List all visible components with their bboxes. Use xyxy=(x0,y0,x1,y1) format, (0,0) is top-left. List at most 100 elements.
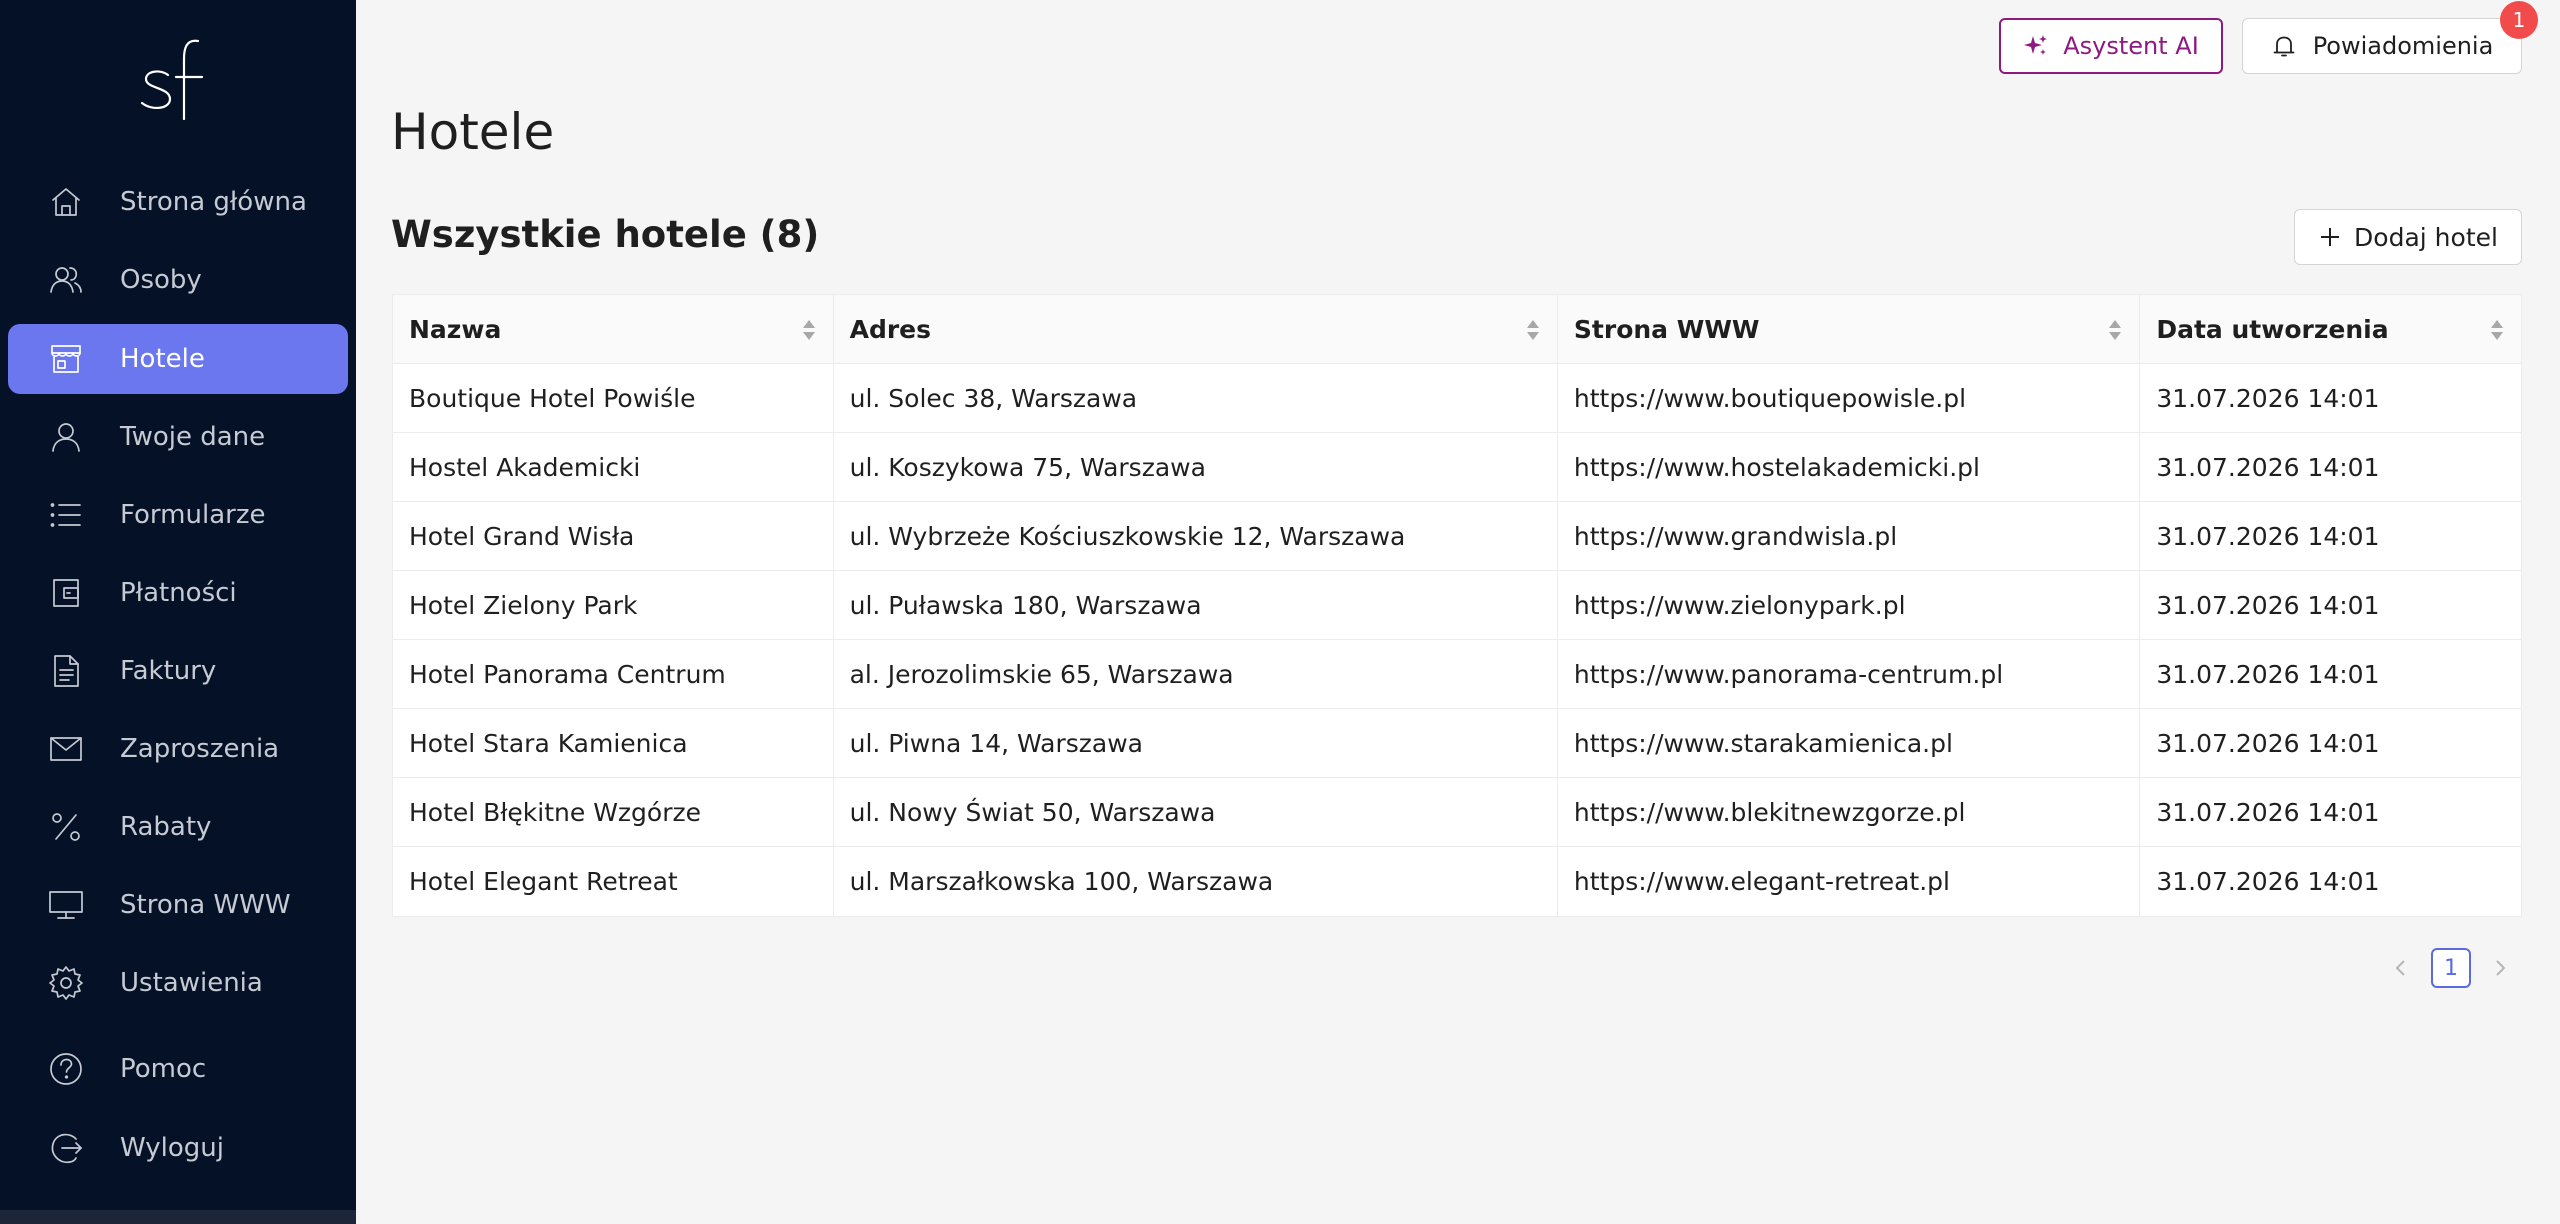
cell-adres: ul. Wybrzeże Kościuszkowskie 12, Warszaw… xyxy=(832,502,1557,570)
chevron-left-icon xyxy=(2395,960,2405,976)
cell-strona-www: https://www.blekitnewzgorze.pl xyxy=(1556,778,2139,846)
cell-data-utworzenia: 31.07.2026 14:01 xyxy=(2139,364,2521,432)
cell-nazwa: Hotel Stara Kamienica xyxy=(409,728,688,758)
cell-strona-www: https://www.starakamienica.pl xyxy=(1556,709,2139,777)
wallet-icon xyxy=(48,575,84,611)
cell-nazwa: Hotel Panorama Centrum xyxy=(409,659,726,689)
notifications-button[interactable]: Powiadomienia xyxy=(2242,18,2522,74)
sidebar-item-label: Formularze xyxy=(120,500,266,530)
table-row[interactable]: Hotel Grand Wisła ul. Wybrzeże Kościuszk… xyxy=(393,502,2521,571)
pagination-next-button[interactable] xyxy=(2485,951,2515,985)
column-header-label: Data utworzenia xyxy=(2156,314,2389,344)
hotels-table: Nazwa Adres Strona WWW Data utworzenia B… xyxy=(392,294,2522,917)
column-header-label: Adres xyxy=(849,314,932,344)
table-row[interactable]: Boutique Hotel Powiśle ul. Solec 38, War… xyxy=(393,364,2521,433)
column-header-strona-www[interactable]: Strona WWW xyxy=(1556,295,2139,363)
monitor-icon xyxy=(48,887,84,923)
cell-adres: ul. Koszykowa 75, Warszawa xyxy=(832,433,1557,501)
sidebar-item-label: Ustawienia xyxy=(120,968,263,998)
ai-assistant-button[interactable]: Asystent AI xyxy=(1999,18,2223,74)
table-header-row: Nazwa Adres Strona WWW Data utworzenia xyxy=(393,295,2521,364)
add-hotel-button[interactable]: Dodaj hotel xyxy=(2294,209,2522,265)
cell-nazwa: Hostel Akademicki xyxy=(409,452,641,482)
sidebar-item-ustawienia[interactable]: Ustawienia xyxy=(8,948,348,1018)
sidebar-item-rabaty[interactable]: Rabaty xyxy=(8,792,348,862)
sidebar-item-wyloguj[interactable]: Wyloguj xyxy=(8,1113,348,1183)
cell-data-utworzenia: 31.07.2026 14:01 xyxy=(2139,571,2521,639)
sidebar-item-twoje-dane[interactable]: Twoje dane xyxy=(8,402,348,472)
sidebar-item-formularze[interactable]: Formularze xyxy=(8,480,348,550)
cell-nazwa: Hotel Grand Wisła xyxy=(409,521,635,551)
cell-adres: ul. Marszałkowska 100, Warszawa xyxy=(832,847,1557,916)
logo-mark xyxy=(140,39,204,121)
mail-icon xyxy=(48,731,84,767)
section-title: Wszystkie hotele (8) xyxy=(391,213,820,256)
page-title: Hotele xyxy=(391,103,555,161)
store-icon xyxy=(48,341,84,377)
column-header-adres[interactable]: Adres xyxy=(832,295,1557,363)
sort-icon[interactable] xyxy=(801,317,817,343)
column-header-nazwa[interactable]: Nazwa xyxy=(393,295,833,363)
add-hotel-label: Dodaj hotel xyxy=(2354,222,2498,252)
sort-icon[interactable] xyxy=(2489,317,2505,343)
sidebar-item-label: Pomoc xyxy=(120,1054,207,1084)
table-row[interactable]: Hotel Zielony Park ul. Puławska 180, War… xyxy=(393,571,2521,640)
sidebar-item-zaproszenia[interactable]: Zaproszenia xyxy=(8,714,348,784)
cell-nazwa: Hotel Elegant Retreat xyxy=(409,867,678,896)
user-icon xyxy=(48,419,84,455)
column-header-data-utworzenia[interactable]: Data utworzenia xyxy=(2139,295,2521,363)
app-logo[interactable] xyxy=(0,28,356,128)
sidebar-item-label: Hotele xyxy=(120,344,205,374)
sort-icon[interactable] xyxy=(1525,317,1541,343)
table-row[interactable]: Hotel Panorama Centrum al. Jerozolimskie… xyxy=(393,640,2521,709)
sidebar-item-label: Strona główna xyxy=(120,187,307,217)
cell-strona-www: https://www.elegant-retreat.pl xyxy=(1556,847,2139,916)
table-row[interactable]: Hostel Akademicki ul. Koszykowa 75, Wars… xyxy=(393,433,2521,502)
sidebar-item-pomoc[interactable]: Pomoc xyxy=(8,1034,348,1104)
cell-adres: ul. Puławska 180, Warszawa xyxy=(832,571,1557,639)
bell-icon xyxy=(2273,36,2295,57)
list-icon xyxy=(48,497,84,533)
cell-data-utworzenia: 31.07.2026 14:01 xyxy=(2139,640,2521,708)
pagination-page-1[interactable]: 1 xyxy=(2431,948,2471,988)
chevron-right-icon xyxy=(2496,960,2506,976)
cell-nazwa: Boutique Hotel Powiśle xyxy=(409,383,696,413)
pagination-prev-button[interactable] xyxy=(2386,951,2416,985)
sidebar-item-label: Twoje dane xyxy=(120,422,266,452)
plus-icon xyxy=(2321,228,2340,246)
sidebar-item-label: Osoby xyxy=(120,265,202,295)
cell-nazwa: Hotel Błękitne Wzgórze xyxy=(409,797,701,827)
cell-data-utworzenia: 31.07.2026 14:01 xyxy=(2139,847,2521,916)
gear-icon xyxy=(48,965,84,1001)
column-header-label: Nazwa xyxy=(409,314,502,344)
cell-data-utworzenia: 31.07.2026 14:01 xyxy=(2139,433,2521,501)
sidebar-item-strona-www[interactable]: Strona WWW xyxy=(8,870,348,940)
cell-strona-www: https://www.grandwisla.pl xyxy=(1556,502,2139,570)
sidebar-item-label: Faktury xyxy=(120,656,217,686)
sidebar-item-label: Rabaty xyxy=(120,812,212,842)
cell-adres: al. Jerozolimskie 65, Warszawa xyxy=(832,640,1557,708)
table-row[interactable]: Hotel Błękitne Wzgórze ul. Nowy Świat 50… xyxy=(393,778,2521,847)
cell-data-utworzenia: 31.07.2026 14:01 xyxy=(2139,502,2521,570)
cell-strona-www: https://www.panorama-centrum.pl xyxy=(1556,640,2139,708)
table-row[interactable]: Hotel Elegant Retreat ul. Marszałkowska … xyxy=(393,847,2521,916)
cell-strona-www: https://www.boutiquepowisle.pl xyxy=(1556,364,2139,432)
cell-adres: ul. Piwna 14, Warszawa xyxy=(832,709,1557,777)
sparkle-icon xyxy=(2024,35,2048,55)
sidebar-item-label: Strona WWW xyxy=(120,890,291,920)
sidebar-item-label: Zaproszenia xyxy=(120,734,280,764)
sidebar-item-osoby[interactable]: Osoby xyxy=(8,245,348,315)
home-icon xyxy=(48,184,84,220)
sidebar-item-faktury[interactable]: Faktury xyxy=(8,636,348,706)
sidebar-item-strona-glowna[interactable]: Strona główna xyxy=(8,167,348,237)
sidebar-item-platnosci[interactable]: Płatności xyxy=(8,558,348,628)
sidebar-item-label: Wyloguj xyxy=(120,1133,224,1163)
table-row[interactable]: Hotel Stara Kamienica ul. Piwna 14, Wars… xyxy=(393,709,2521,778)
cell-adres: ul. Solec 38, Warszawa xyxy=(832,364,1557,432)
document-icon xyxy=(48,653,84,689)
sort-icon[interactable] xyxy=(2107,317,2123,343)
help-icon xyxy=(48,1051,84,1087)
cell-strona-www: https://www.hostelakademicki.pl xyxy=(1556,433,2139,501)
logout-icon xyxy=(48,1130,84,1166)
sidebar-item-hotele[interactable]: Hotele xyxy=(8,324,348,394)
